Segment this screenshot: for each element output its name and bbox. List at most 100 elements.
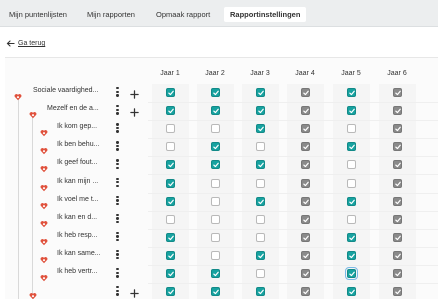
checkbox-jaar-2[interactable] xyxy=(210,214,220,224)
checkbox-jaar-3[interactable] xyxy=(255,124,265,134)
checkbox-jaar-5[interactable] xyxy=(346,88,356,97)
checkmark-icon xyxy=(257,90,264,96)
checkbox-jaar-6[interactable] xyxy=(392,142,402,152)
more-options-icon[interactable] xyxy=(116,213,119,224)
checkbox-jaar-5[interactable] xyxy=(344,267,358,280)
checkbox-jaar-4[interactable] xyxy=(300,178,310,188)
add-icon[interactable] xyxy=(130,285,139,298)
column-header: Jaar 1 xyxy=(160,70,180,77)
add-icon[interactable] xyxy=(130,104,139,117)
checkbox-jaar-1[interactable] xyxy=(165,214,175,224)
tab-rapportinstellingen[interactable]: Rapportinstellingen xyxy=(224,7,307,22)
checkbox-jaar-4[interactable] xyxy=(300,287,310,297)
checkbox-jaar-6[interactable] xyxy=(392,250,402,260)
checkbox-jaar-3[interactable] xyxy=(255,269,265,278)
heart-icon xyxy=(29,106,37,119)
more-options-icon[interactable] xyxy=(116,123,119,133)
checkbox-jaar-2[interactable] xyxy=(210,287,220,297)
checkbox-jaar-6[interactable] xyxy=(392,88,402,97)
checkbox-jaar-5[interactable] xyxy=(346,106,356,116)
checkbox-jaar-2[interactable] xyxy=(210,196,220,206)
checkbox-jaar-4[interactable] xyxy=(300,88,310,97)
checkbox-jaar-6[interactable] xyxy=(392,106,402,116)
tab-opmaak-rapport[interactable]: Opmaak rapport xyxy=(152,7,214,22)
checkbox-jaar-3[interactable] xyxy=(255,250,265,260)
more-options-icon[interactable] xyxy=(116,105,119,115)
checkbox-jaar-5[interactable] xyxy=(346,232,356,242)
checkbox-jaar-1[interactable] xyxy=(165,160,175,170)
checkbox-jaar-6[interactable] xyxy=(392,196,402,206)
checkbox-jaar-1[interactable] xyxy=(165,142,175,152)
checkbox-jaar-2[interactable] xyxy=(210,106,220,116)
checkbox-jaar-2[interactable] xyxy=(210,178,220,188)
checkbox-jaar-2[interactable] xyxy=(210,124,220,134)
checkbox-jaar-1[interactable] xyxy=(165,232,175,242)
row-label: Ik kan mijn ... xyxy=(57,177,99,185)
more-options-icon[interactable] xyxy=(116,231,119,242)
checkbox-jaar-3[interactable] xyxy=(255,160,265,170)
checkbox-jaar-1[interactable] xyxy=(165,269,175,278)
checkbox-jaar-2[interactable] xyxy=(210,250,220,260)
checkbox-jaar-3[interactable] xyxy=(255,287,265,297)
checkbox-jaar-2[interactable] xyxy=(210,142,220,152)
checkbox-jaar-5[interactable] xyxy=(346,142,356,152)
more-options-icon[interactable] xyxy=(116,268,119,278)
more-options-icon[interactable] xyxy=(116,177,119,188)
checkbox-jaar-4[interactable] xyxy=(300,232,310,242)
checkbox-jaar-6[interactable] xyxy=(392,178,402,188)
checkbox-jaar-3[interactable] xyxy=(255,232,265,242)
checkbox-jaar-5[interactable] xyxy=(346,287,356,297)
checkbox-jaar-2[interactable] xyxy=(210,160,220,170)
more-options-icon[interactable] xyxy=(116,249,119,260)
checkbox-jaar-5[interactable] xyxy=(346,250,356,260)
checkbox-jaar-1[interactable] xyxy=(165,196,175,206)
back-link[interactable]: Ga terug xyxy=(6,38,45,49)
checkbox-jaar-1[interactable] xyxy=(165,250,175,260)
checkbox-jaar-6[interactable] xyxy=(392,269,402,278)
checkbox-jaar-4[interactable] xyxy=(300,142,310,152)
checkmark-icon xyxy=(302,126,309,132)
checkbox-jaar-5[interactable] xyxy=(346,178,356,188)
checkbox-jaar-1[interactable] xyxy=(165,287,175,297)
checkbox-jaar-4[interactable] xyxy=(300,269,310,278)
checkbox-jaar-2[interactable] xyxy=(210,232,220,242)
checkbox-jaar-3[interactable] xyxy=(255,214,265,224)
checkmark-icon xyxy=(257,289,264,295)
checkbox-jaar-4[interactable] xyxy=(300,106,310,116)
checkbox-jaar-5[interactable] xyxy=(346,124,356,134)
checkbox-jaar-1[interactable] xyxy=(165,124,175,134)
checkbox-jaar-5[interactable] xyxy=(346,196,356,206)
checkbox-jaar-6[interactable] xyxy=(392,287,402,297)
more-options-icon[interactable] xyxy=(116,141,119,151)
checkbox-jaar-1[interactable] xyxy=(165,88,175,97)
heart-icon xyxy=(40,160,48,173)
checkbox-jaar-3[interactable] xyxy=(255,88,265,97)
checkbox-jaar-4[interactable] xyxy=(300,124,310,134)
checkbox-jaar-1[interactable] xyxy=(165,106,175,116)
tab-mijn-rapporten[interactable]: Mijn rapporten xyxy=(83,7,139,22)
checkbox-jaar-6[interactable] xyxy=(392,232,402,242)
checkbox-jaar-3[interactable] xyxy=(255,178,265,188)
checkbox-jaar-4[interactable] xyxy=(300,196,310,206)
tab-mijn-puntenlijsten[interactable]: Mijn puntenlijsten xyxy=(5,7,71,22)
checkbox-jaar-3[interactable] xyxy=(255,196,265,206)
more-options-icon[interactable] xyxy=(116,286,119,296)
checkbox-jaar-3[interactable] xyxy=(255,142,265,152)
checkbox-jaar-1[interactable] xyxy=(165,178,175,188)
more-options-icon[interactable] xyxy=(116,195,119,206)
more-options-icon[interactable] xyxy=(116,159,119,169)
checkbox-jaar-6[interactable] xyxy=(392,214,402,224)
more-options-icon[interactable] xyxy=(116,87,119,97)
checkbox-jaar-4[interactable] xyxy=(300,214,310,224)
checkbox-jaar-4[interactable] xyxy=(300,160,310,170)
checkbox-jaar-4[interactable] xyxy=(300,250,310,260)
checkbox-jaar-6[interactable] xyxy=(392,124,402,134)
checkbox-jaar-2[interactable] xyxy=(210,269,220,278)
checkbox-jaar-6[interactable] xyxy=(392,160,402,170)
checkbox-jaar-5[interactable] xyxy=(346,214,356,224)
checkbox-jaar-3[interactable] xyxy=(255,106,265,116)
checkbox-jaar-2[interactable] xyxy=(210,88,220,97)
add-icon[interactable] xyxy=(130,86,139,99)
checkbox-jaar-5[interactable] xyxy=(346,160,356,170)
checkmark-icon xyxy=(167,108,174,114)
